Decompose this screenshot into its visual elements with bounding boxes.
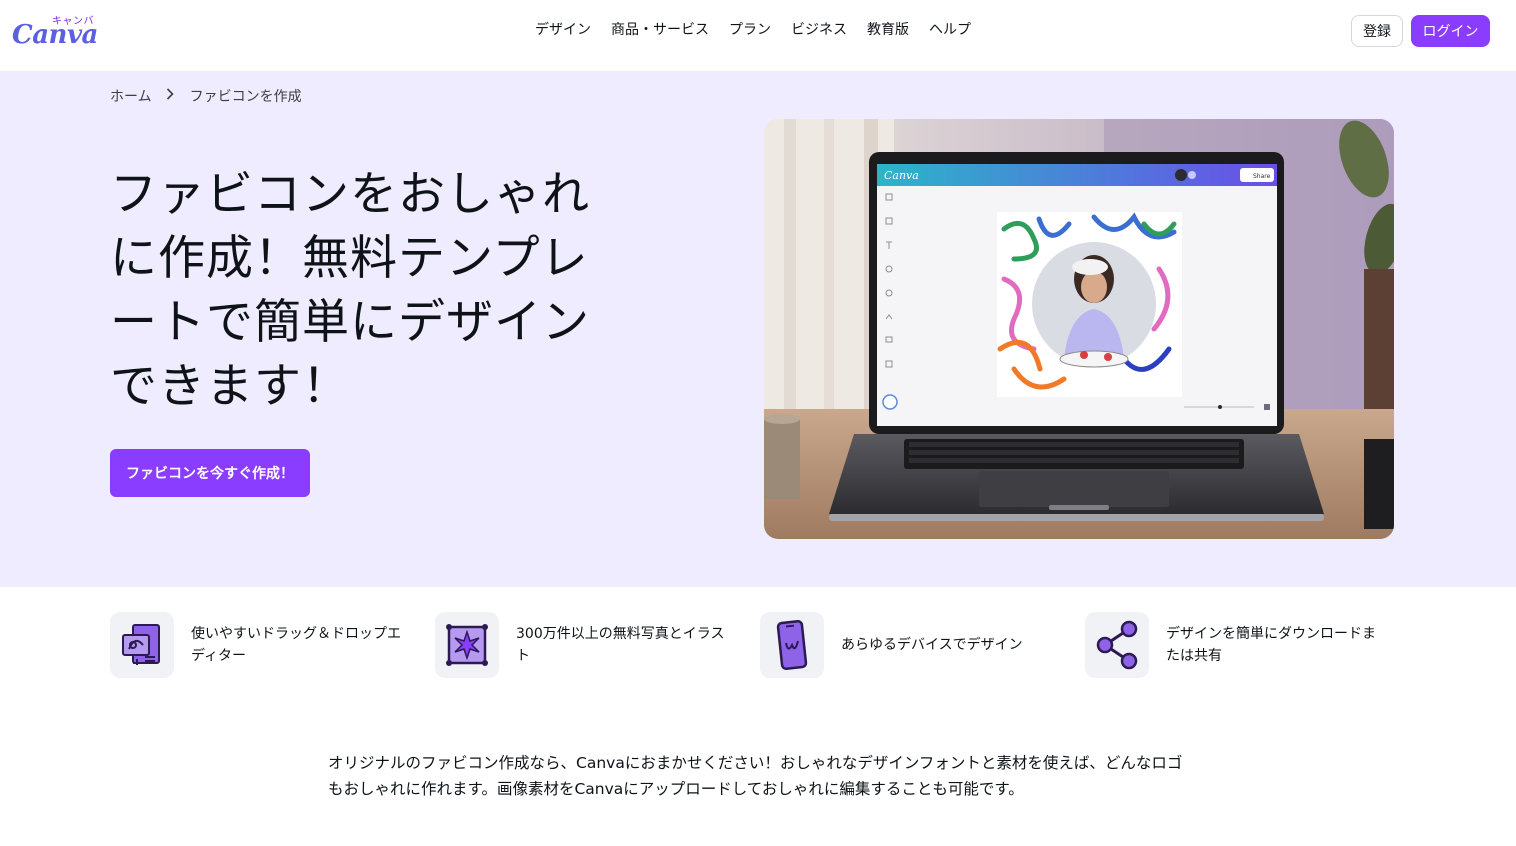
feature-text: あらゆるデバイスでデザイン — [841, 637, 1023, 653]
nav-item-help[interactable]: ヘルプ — [929, 20, 971, 40]
breadcrumb-home[interactable]: ホーム — [110, 86, 152, 106]
share-icon — [1085, 612, 1149, 678]
feature-item: あらゆるデバイスでデザイン — [760, 611, 1053, 679]
nav-item-business[interactable]: ビジネス — [791, 20, 847, 40]
features-row: 使いやすいドラッグ＆ドロップエディター 300万件以上の無料写真とイラスト あら… — [110, 611, 1410, 679]
mobile-device-icon — [760, 612, 824, 678]
site-header: キャンバ Canva デザイン 商品・サービス プラン ビジネス 教育版 ヘルプ… — [0, 0, 1516, 71]
drag-drop-icon — [110, 612, 174, 678]
hero-section: ホーム ファビコンを作成 ファビコンをおしゃれに作成！無料テンプレートで簡単にデ… — [0, 71, 1516, 587]
hero-laptop-image: Canva Share — [764, 119, 1394, 539]
feature-item: 300万件以上の無料写真とイラスト — [435, 611, 728, 679]
image-app-logo: Canva — [884, 169, 919, 182]
nav-item-design[interactable]: デザイン — [535, 20, 591, 40]
main-nav: デザイン 商品・サービス プラン ビジネス 教育版 ヘルプ — [535, 20, 991, 40]
nav-item-products[interactable]: 商品・サービス — [611, 20, 709, 40]
logo-wordmark: Canva — [12, 20, 98, 50]
login-button[interactable]: ログイン — [1411, 15, 1490, 47]
feature-item: デザインを簡単にダウンロードまたは共有 — [1085, 611, 1378, 679]
register-button[interactable]: 登録 — [1351, 15, 1403, 47]
image-share-label: Share — [1253, 173, 1271, 180]
nav-item-education[interactable]: 教育版 — [867, 20, 909, 40]
feature-text: 使いやすいドラッグ＆ドロップエディター — [191, 626, 401, 664]
feature-item: 使いやすいドラッグ＆ドロップエディター — [110, 611, 403, 679]
create-favicon-button[interactable]: ファビコンを今すぐ作成！ — [110, 449, 310, 497]
canva-logo[interactable]: キャンバ Canva — [12, 12, 98, 50]
page-description: オリジナルのファビコン作成なら、Canvaにおまかせください！おしゃれなデザイン… — [328, 754, 1183, 798]
chevron-right-icon — [166, 88, 174, 104]
feature-text: 300万件以上の無料写真とイラスト — [516, 626, 725, 664]
nav-item-plans[interactable]: プラン — [729, 20, 771, 40]
breadcrumb: ホーム ファビコンを作成 — [110, 86, 302, 106]
photo-illustration-icon — [435, 612, 499, 678]
feature-text: デザインを簡単にダウンロードまたは共有 — [1166, 626, 1376, 664]
page-title: ファビコンをおしゃれに作成！無料テンプレートで簡単にデザインできます！ — [110, 167, 590, 414]
breadcrumb-current: ファビコンを作成 — [189, 89, 302, 105]
